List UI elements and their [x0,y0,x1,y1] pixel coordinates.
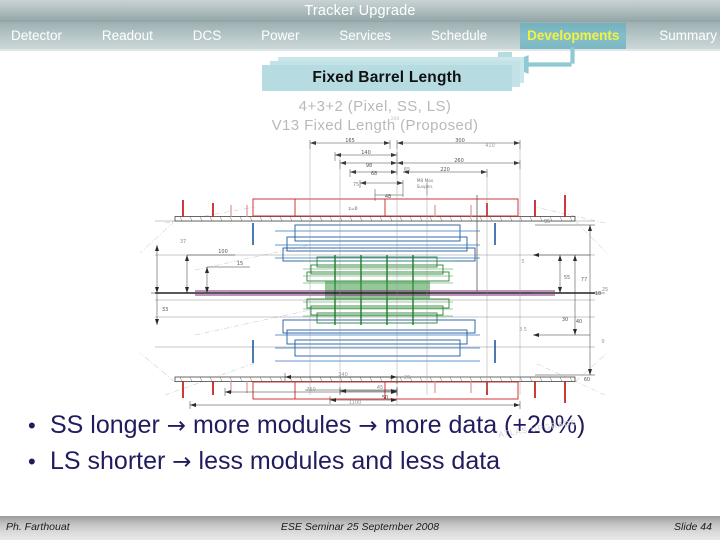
slide-title: Fixed Barrel Length [312,69,462,86]
svg-text:1100: 1100 [349,400,362,406]
arrow-icon: → [166,413,187,439]
arrow-icon: → [172,449,192,475]
bullet-text: LS shorter → less modules and less data [50,444,500,480]
cad-drawing-svg: 165 300 410 140 98 260 68 65 220 75 48 M… [139,116,608,405]
deck-title: Tracker Upgrade [304,3,416,19]
svg-text:5: 5 [521,259,524,265]
bullet-marker: • [28,413,36,438]
slide-title-stack: Fixed Barrel Length [262,57,528,93]
svg-text:25: 25 [602,287,608,293]
bullet-list: • SS longer → more modules → more data (+… [28,408,708,480]
nav-item-power[interactable]: Power [254,23,306,49]
svg-text:760: 760 [306,387,316,393]
svg-text:55: 55 [564,275,570,281]
suspension-label-2: Suspen. [417,184,434,189]
nav-underline [0,49,720,51]
bullet-marker: • [28,449,36,474]
nav-item-readout[interactable]: Readout [95,23,160,49]
footer-event: ESE Seminar 25 September 2008 [280,521,440,533]
bullet-item: • LS shorter → less modules and less data [28,444,708,480]
nav-item-summary[interactable]: Summary [652,23,720,49]
svg-text:98: 98 [366,163,372,169]
footer-slide-number: Slide 44 [674,521,712,533]
bullet-segment: LS shorter [50,447,173,475]
svg-text:40: 40 [576,319,582,325]
svg-text:260: 260 [454,158,464,164]
svg-text:140: 140 [361,150,371,156]
cad-caption-line-2: V13 Fixed Length (Proposed) [271,117,479,134]
svg-text:75: 75 [353,182,359,188]
cad-caption-line-1: 4+3+2 (Pixel, SS, LS) [298,98,452,115]
nav-bar: Detector Readout DCS Power Services Schedule D… [0,22,720,50]
cad-span-dimensions: 340 20 760 1100 [189,372,521,409]
nav-item-services[interactable]: Services [332,23,398,49]
svg-text:18: 18 [595,291,601,297]
svg-text:20: 20 [404,375,410,381]
svg-text:37: 37 [180,239,186,245]
svg-text:77: 77 [581,277,587,283]
svg-text:220: 220 [440,167,450,173]
svg-text:30: 30 [562,317,568,323]
svg-text:68: 68 [371,171,377,177]
svg-text:95: 95 [544,219,550,225]
bullet-segment: SS longer [50,411,167,439]
arrow-icon: → [358,413,378,439]
cad-drawing: 4+3+2 (Pixel, SS, LS) V13 Fixed Length (… [135,95,615,405]
bullet-segment: less modules and less data [191,447,501,475]
svg-text:300: 300 [455,138,465,144]
svg-text:65: 65 [404,167,410,173]
slide-header: Tracker Upgrade Detector Readout DCS Power S… [0,0,720,51]
nav-item-dcs[interactable]: DCS [186,23,229,49]
nav-item-developments[interactable]: Developments [520,23,627,49]
svg-text:33: 33 [162,307,168,313]
bullet-item: • SS longer → more modules → more data (+… [28,408,708,444]
svg-text:165: 165 [345,138,355,144]
svg-text:340: 340 [338,372,348,378]
z-zero-label: z=0 [348,206,357,212]
nav-item-detector[interactable]: Detector [4,23,69,49]
svg-text:100: 100 [218,249,228,255]
svg-text:15: 15 [237,261,243,267]
bullet-segment: more modules [186,411,359,439]
bullet-text: SS longer → more modules → more data (+2… [50,408,585,444]
svg-text:9: 9 [601,339,604,345]
suspension-label-1: MB Max [417,178,434,183]
svg-text:3.5: 3.5 [519,327,527,333]
nav-item-schedule[interactable]: Schedule [424,23,494,49]
svg-text:410: 410 [485,143,495,149]
